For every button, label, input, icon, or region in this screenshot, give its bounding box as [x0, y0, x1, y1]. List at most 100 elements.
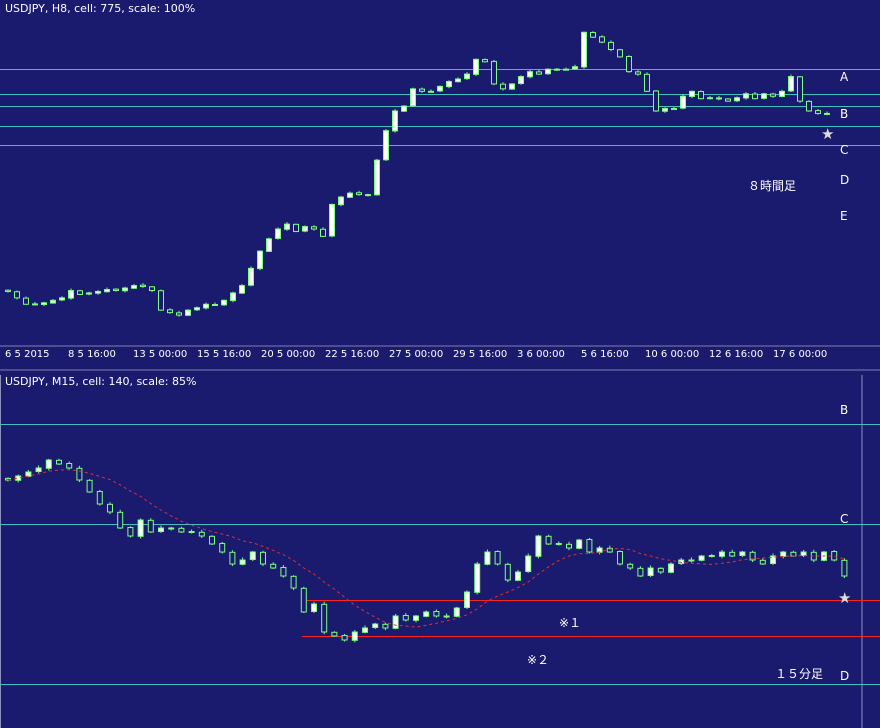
candle-body [321, 603, 328, 633]
candle-body [290, 575, 297, 589]
candle-body [688, 559, 695, 562]
candle-body [284, 223, 290, 230]
candle-body [127, 527, 134, 537]
candle-body [365, 194, 371, 197]
candle-body [708, 555, 715, 558]
candle-body [698, 555, 705, 561]
candle-body [707, 97, 713, 100]
candle-body [178, 527, 185, 533]
candle-body [185, 309, 191, 316]
candle-body [780, 551, 787, 557]
candle-body [229, 551, 236, 565]
candle-body [168, 527, 175, 530]
candle-body [831, 551, 838, 561]
candle-body [86, 292, 92, 295]
candle-body [599, 36, 605, 43]
candle-body [555, 543, 562, 546]
candle-body [815, 110, 821, 114]
h8-chart-title: USDJPY, H8, cell: 775, scale: 100% [5, 2, 196, 15]
x-tick-label: 5 6 16:00 [581, 349, 629, 360]
candle-body [320, 228, 326, 237]
candle-body [66, 463, 73, 469]
x-tick-label: 12 6 16:00 [709, 349, 764, 360]
candle-body [671, 108, 677, 111]
candle-body [113, 288, 119, 291]
candle-body [239, 285, 245, 294]
candle-body [300, 587, 307, 613]
candle-body [23, 297, 29, 305]
candle-body [96, 491, 103, 505]
candle-body [198, 531, 205, 537]
support-label-2: ※２ [527, 653, 550, 667]
candle-body [86, 479, 93, 493]
candle-body [248, 267, 254, 286]
candle-body [428, 90, 434, 93]
level-label-b: B [840, 403, 849, 417]
candle-body [32, 303, 38, 306]
candle-body [563, 68, 569, 71]
candle-body [341, 635, 348, 641]
candle-body [401, 105, 407, 112]
candle-body [117, 511, 124, 529]
candle-body [841, 559, 848, 577]
x-tick-label: 10 6 00:00 [645, 349, 700, 360]
candle-body [382, 623, 389, 629]
candle-body [572, 66, 578, 70]
candle-body [140, 284, 146, 288]
candle-body [158, 290, 164, 311]
x-tick-label: 3 6 00:00 [517, 349, 565, 360]
candle-body [76, 467, 83, 481]
candle-body [45, 459, 52, 469]
candle-body [464, 591, 470, 609]
candle-body [662, 108, 668, 112]
candle-body [734, 97, 740, 102]
support-label-1: ※１ [559, 616, 582, 630]
candle-body [260, 551, 266, 565]
candle-body [331, 631, 338, 637]
candle-body [509, 83, 515, 90]
level-label-d: D [840, 669, 850, 683]
candle-body [311, 603, 317, 613]
candle-body [392, 110, 398, 132]
candle-body [131, 285, 137, 289]
candle-body [149, 286, 155, 291]
candle-body [637, 567, 644, 577]
candle-body [219, 543, 226, 553]
m15-chart-title: USDJPY, M15, cell: 140, scale: 85% [5, 375, 197, 388]
level-label-c: C [840, 512, 849, 526]
candle-body [14, 291, 20, 299]
candle-body [95, 290, 101, 294]
candle-body [249, 551, 256, 561]
candle-body [176, 312, 182, 316]
candle-body [275, 228, 281, 239]
candle-body [351, 631, 358, 641]
x-tick-label: 6 5 2015 [5, 349, 50, 360]
chart-area [0, 0, 880, 728]
candle-body [56, 459, 62, 465]
star-marker-icon: ★ [838, 589, 852, 607]
x-tick-label: 22 5 16:00 [325, 349, 380, 360]
candle-body [797, 76, 803, 102]
candle-body [453, 607, 460, 617]
candle-body [392, 615, 399, 629]
m15-plot [0, 424, 880, 685]
candle-body [698, 91, 704, 100]
candle-body [554, 68, 560, 71]
candle-body [770, 93, 776, 97]
candle-body [761, 93, 767, 99]
level-label-d: D [840, 173, 850, 187]
candle-body [635, 71, 641, 75]
candle-body [209, 535, 215, 545]
candle-body [518, 76, 524, 85]
candle-body [647, 567, 654, 577]
candle-body [167, 309, 173, 314]
x-tick-label: 15 5 16:00 [197, 349, 252, 360]
candle-body [383, 130, 389, 161]
candle-body [484, 551, 491, 565]
candle-body [608, 41, 614, 51]
candle-body [257, 250, 263, 270]
x-tick-label: 17 6 00:00 [773, 349, 828, 360]
candle-body [50, 299, 56, 304]
candle-body [423, 611, 430, 617]
star-marker-icon: ★ [821, 125, 835, 143]
